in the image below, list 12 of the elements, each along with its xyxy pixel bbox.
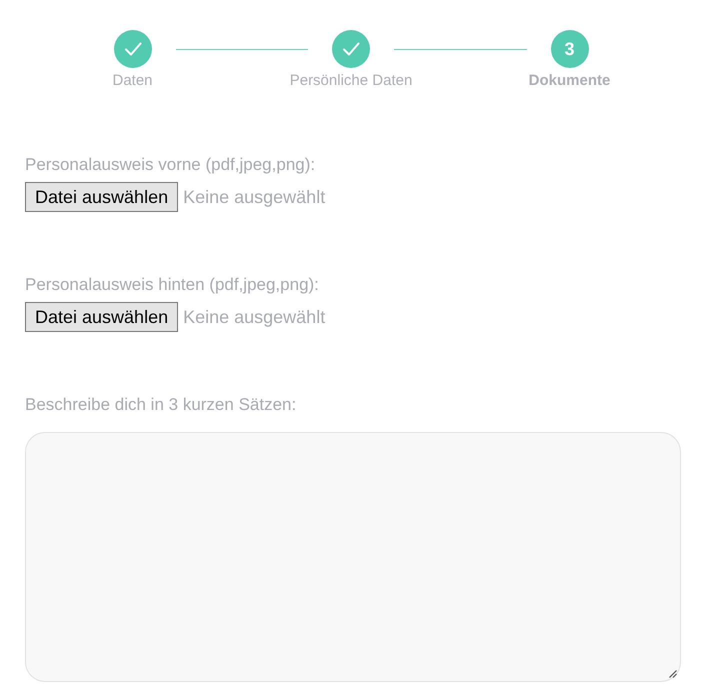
file-status-text: Keine ausgewählt (183, 306, 326, 328)
choose-file-button[interactable]: Datei auswählen (25, 182, 178, 212)
resize-grip-icon[interactable] (669, 670, 677, 678)
field-label: Personalausweis vorne (pdf,jpeg,png): (25, 155, 316, 175)
step-label: Persönliche Daten (290, 72, 412, 90)
file-status-text: Keine ausgewählt (183, 186, 326, 208)
step-number: 3 (550, 30, 588, 68)
step-label: Daten (112, 72, 153, 90)
step-label: Dokumente (528, 72, 610, 90)
choose-file-button[interactable]: Datei auswählen (25, 302, 178, 332)
field-label: Beschreibe dich in 3 kurzen Sätzen: (25, 395, 298, 415)
field-label: Personalausweis hinten (pdf,jpeg,png): (25, 275, 320, 295)
